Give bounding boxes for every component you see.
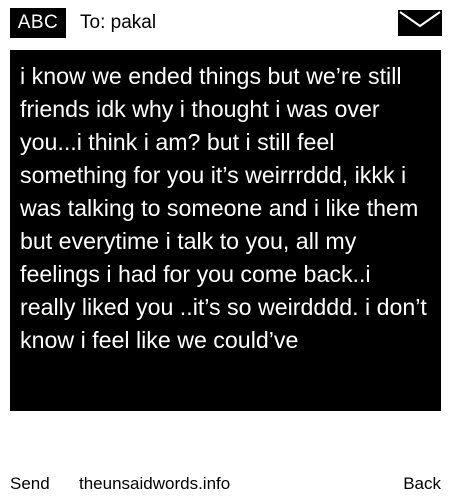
header-bar: ABC To: pakal — [0, 0, 450, 46]
message-text: i know we ended things but we’re still f… — [20, 63, 427, 353]
recipient-label: To: pakal — [80, 12, 157, 33]
envelope-icon — [398, 10, 442, 36]
site-link[interactable]: theunsaidwords.info — [79, 468, 230, 500]
back-button[interactable]: Back — [403, 468, 441, 500]
softkey-bar: Send theunsaidwords.info Back — [0, 468, 450, 500]
send-button[interactable]: Send — [10, 468, 50, 500]
message-body[interactable]: i know we ended things but we’re still f… — [10, 50, 441, 411]
input-mode-badge[interactable]: ABC — [10, 8, 66, 38]
